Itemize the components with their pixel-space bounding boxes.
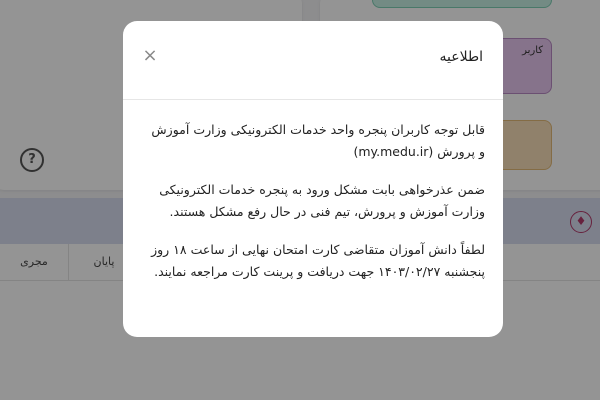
notice-paragraph-1: قابل توجه کاربران پنجره واحد خدمات الکتر… [151,122,485,159]
notice-paragraph-3: لطفاً دانش آموزان متقاضی کارت امتحان نها… [151,242,485,279]
modal-title: اطلاعیه [439,49,483,65]
close-icon[interactable]: × [141,45,159,67]
modal-divider [123,99,503,100]
modal-header: اطلاعیه × [123,21,503,99]
notice-modal: اطلاعیه × قابل توجه کاربران پنجره واحد خ… [123,21,503,337]
modal-body: قابل توجه کاربران پنجره واحد خدمات الکتر… [147,119,485,299]
notice-paragraph-2: ضمن عذرخواهی بابت مشکل ورود به پنجره خدم… [159,182,485,219]
